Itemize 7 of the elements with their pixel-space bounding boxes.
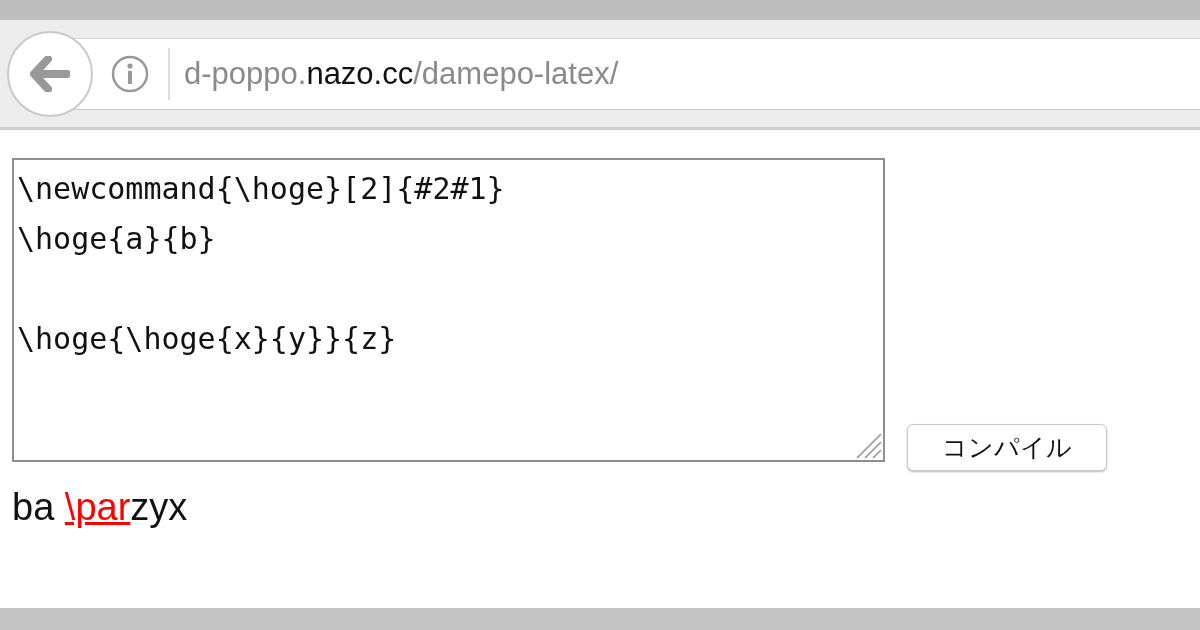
back-arrow-icon [30,56,70,92]
output-text: ba \parzyx [12,486,189,529]
compile-button[interactable]: コンパイル [907,424,1107,471]
info-icon[interactable] [110,53,150,94]
code-field[interactable]: \newcommand{\hoge}[2]{#2#1} \hoge{a}{b} \hoge{\hoge{x}{y}}{z} [12,158,885,462]
resize-grip-icon[interactable] [854,431,882,459]
url-text[interactable]: d-poppo.nazo.cc/damepo-latex/ [184,55,619,92]
